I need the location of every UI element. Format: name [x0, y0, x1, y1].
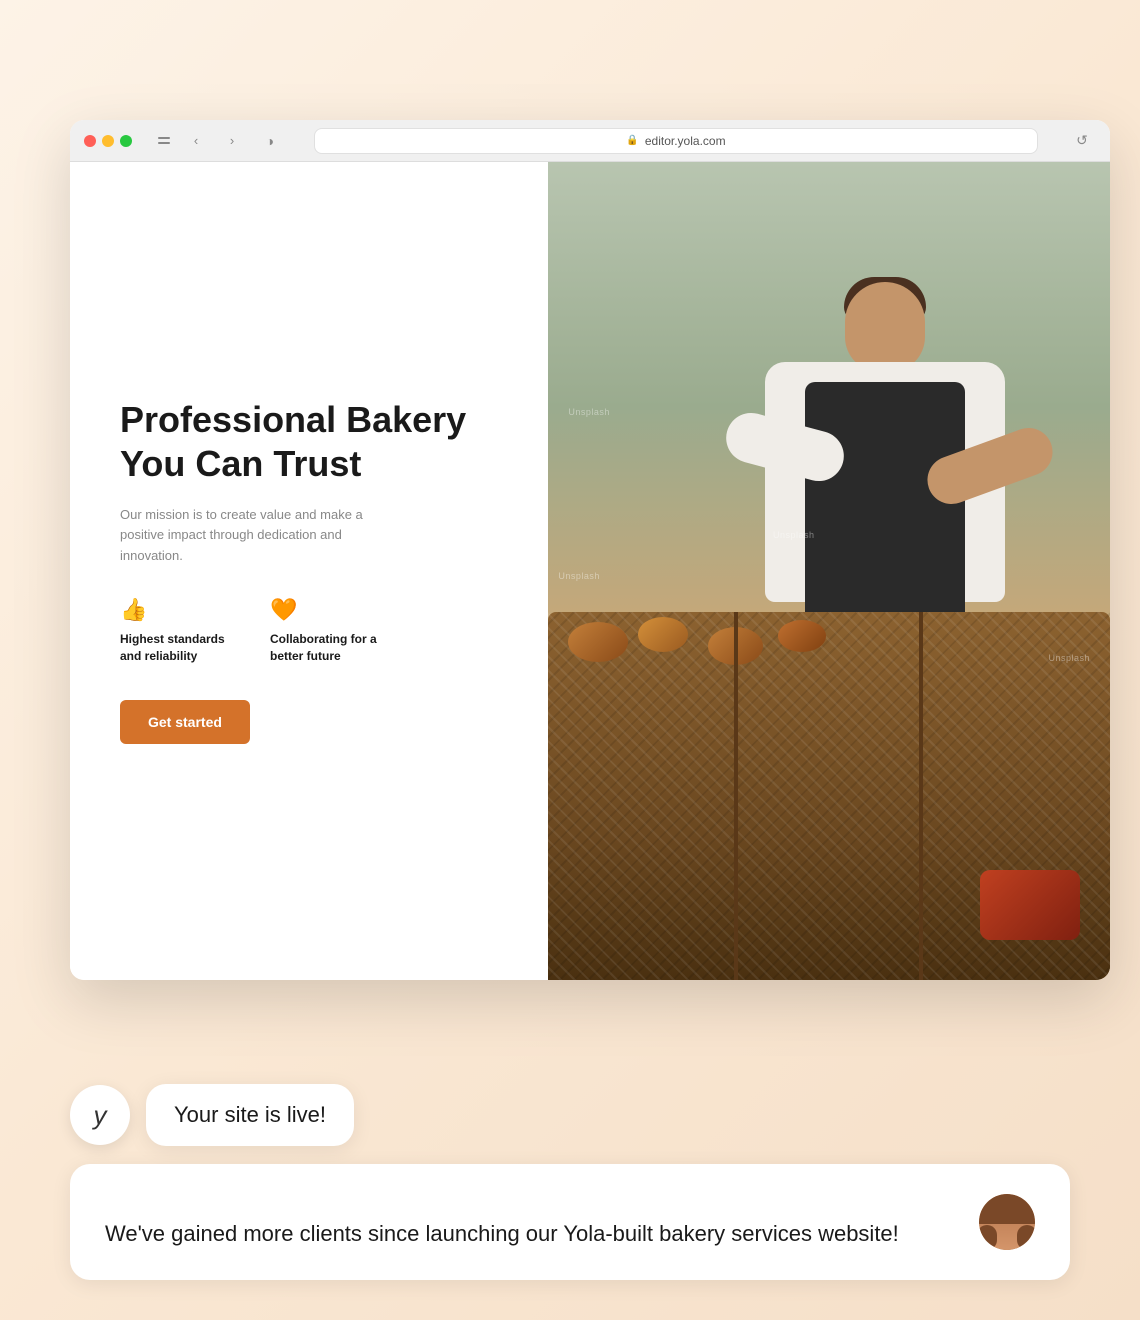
lock-icon: 🔒 — [626, 135, 638, 146]
basket-divider-1 — [734, 612, 738, 980]
avatar-face — [979, 1194, 1035, 1250]
right-panel: Unsplash Unsplash Unsplash Unsplash — [548, 162, 1110, 980]
chat-message-2: We've gained more clients since launchin… — [105, 1217, 959, 1250]
sidebar-toggle-icon[interactable] — [154, 133, 174, 149]
watermark-1: Unsplash — [568, 407, 610, 417]
thumbsup-icon: 👍 — [120, 597, 240, 623]
bakery-image: Unsplash Unsplash Unsplash Unsplash — [548, 162, 1110, 980]
baker-figure — [745, 282, 1025, 662]
maximize-button[interactable] — [120, 135, 132, 147]
chat-section: y Your site is live! We've gained more c… — [70, 1084, 1070, 1280]
browser-controls: ‹ › — [154, 130, 246, 152]
left-panel: Professional Bakery You Can Trust Our mi… — [70, 162, 548, 980]
avatar-hair — [979, 1194, 1035, 1224]
browser-chrome: ‹ › ◑ 🔒 editor.yola.com ↺ — [70, 120, 1110, 162]
heart-icon: 🧡 — [270, 597, 390, 623]
bread-item-1 — [568, 622, 628, 662]
watermark-2: Unsplash — [773, 530, 815, 540]
sauce-item — [980, 870, 1080, 940]
basket-divider-2 — [919, 612, 923, 980]
baker-apron — [805, 382, 965, 642]
chat-row-1: y Your site is live! — [70, 1084, 1070, 1146]
brightness-icon[interactable]: ◑ — [256, 130, 284, 152]
address-bar[interactable]: 🔒 editor.yola.com — [314, 128, 1038, 154]
chat-message-1: Your site is live! — [174, 1102, 326, 1127]
forward-button[interactable]: › — [218, 130, 246, 152]
get-started-button[interactable]: Get started — [120, 700, 250, 744]
url-text: editor.yola.com — [645, 134, 726, 148]
user-avatar — [979, 1194, 1035, 1250]
chat-bubble-2: We've gained more clients since launchin… — [70, 1164, 1070, 1280]
website-content: Professional Bakery You Can Trust Our mi… — [70, 162, 1110, 980]
close-button[interactable] — [84, 135, 96, 147]
bread-basket-area — [548, 612, 1110, 980]
feature-collaborating: 🧡 Collaborating for a better future — [270, 597, 390, 665]
feature-standards-label: Highest standards and reliability — [120, 631, 240, 665]
hero-description: Our mission is to create value and make … — [120, 505, 400, 567]
features-row: 👍 Highest standards and reliability 🧡 Co… — [120, 597, 498, 665]
avatar-hair-side-right — [1017, 1225, 1035, 1250]
reload-button[interactable]: ↺ — [1068, 127, 1096, 155]
feature-collaborating-label: Collaborating for a better future — [270, 631, 390, 665]
baker-scene: Unsplash Unsplash Unsplash Unsplash — [548, 162, 1110, 980]
bread-item-4 — [778, 620, 826, 652]
chat-bubble-1: Your site is live! — [146, 1084, 354, 1146]
baker-head — [845, 282, 925, 372]
yola-letter: y — [94, 1100, 107, 1131]
watermark-4: Unsplash — [558, 571, 600, 581]
avatar-hair-side-left — [979, 1225, 997, 1250]
bread-item-2 — [638, 617, 688, 652]
hero-title: Professional Bakery You Can Trust — [120, 398, 498, 484]
watermark-3: Unsplash — [1048, 653, 1090, 663]
yola-logo-bubble: y — [70, 1085, 130, 1145]
minimize-button[interactable] — [102, 135, 114, 147]
back-button[interactable]: ‹ — [182, 130, 210, 152]
traffic-lights — [84, 135, 132, 147]
browser-window: ‹ › ◑ 🔒 editor.yola.com ↺ Professional B… — [70, 120, 1110, 980]
feature-standards: 👍 Highest standards and reliability — [120, 597, 240, 665]
